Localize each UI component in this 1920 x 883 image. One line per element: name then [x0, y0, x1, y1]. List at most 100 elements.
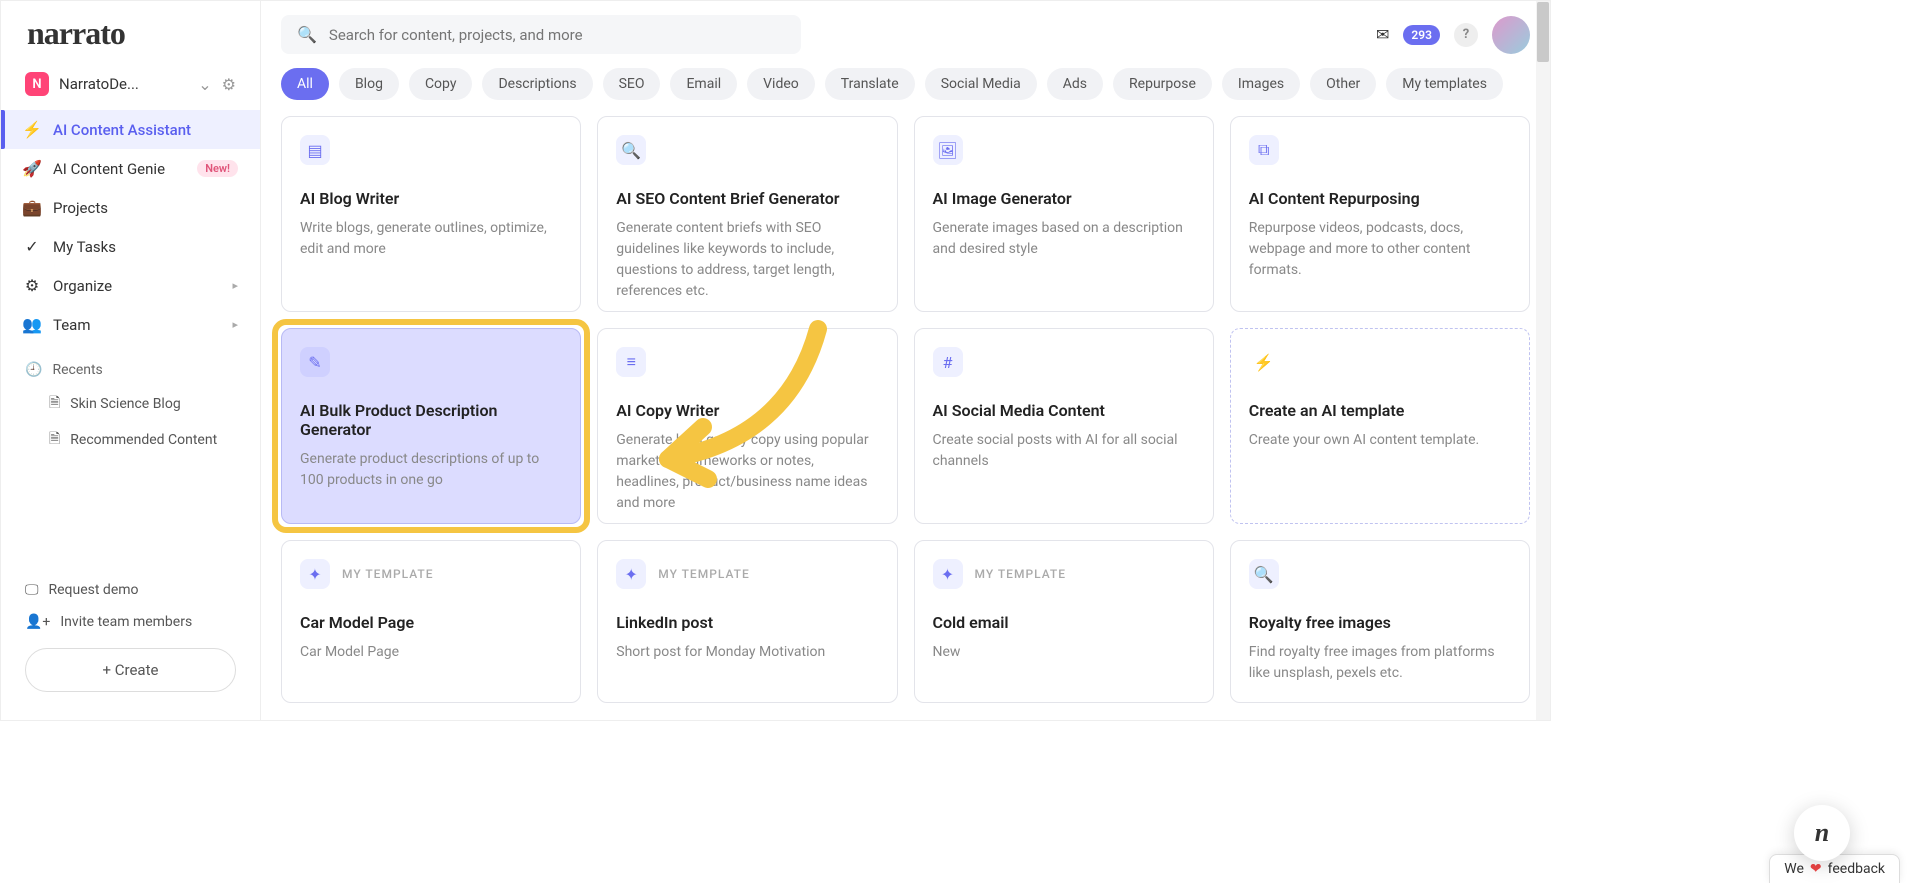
nav-projects[interactable]: 💼 Projects: [1, 188, 260, 227]
card-ai-social-media[interactable]: # AI Social Media Content Create social …: [914, 328, 1214, 524]
document-icon: ▤: [300, 135, 330, 165]
recent-item[interactable]: 🗎Skin Science Blog: [1, 386, 260, 422]
card-my-template-linkedin[interactable]: ✦MY TEMPLATE LinkedIn post Short post fo…: [597, 540, 897, 703]
my-template-label: MY TEMPLATE: [975, 567, 1067, 581]
sparkle-icon: ✦: [933, 559, 963, 589]
nav-label: Organize: [53, 277, 112, 295]
nav-team[interactable]: 👥 Team ▸: [1, 305, 260, 344]
filter-all[interactable]: All: [281, 68, 329, 100]
filter-social-media[interactable]: Social Media: [925, 68, 1037, 100]
hash-icon: #: [933, 347, 963, 377]
request-demo-link[interactable]: 🖵Request demo: [25, 574, 236, 606]
sidebar: narrato N NarratoDe... ⌄ ⚙ ⚡ AI Content …: [1, 1, 261, 720]
filter-descriptions[interactable]: Descriptions: [482, 68, 592, 100]
card-ai-image-generator[interactable]: 🖼 AI Image Generator Generate images bas…: [914, 116, 1214, 312]
filter-my-templates[interactable]: My templates: [1386, 68, 1503, 100]
filter-blog[interactable]: Blog: [339, 68, 399, 100]
primary-nav: ⚡ AI Content Assistant 🚀 AI Content Geni…: [1, 110, 260, 344]
magnify-icon: 🔍: [616, 135, 646, 165]
chevron-right-icon: ▸: [232, 318, 238, 331]
my-template-label: MY TEMPLATE: [342, 567, 434, 581]
lines-icon: ≡: [616, 347, 646, 377]
create-button[interactable]: + Create: [25, 648, 236, 692]
scrollbar-thumb[interactable]: [1537, 2, 1549, 62]
nav-my-tasks[interactable]: ✓ My Tasks: [1, 227, 260, 266]
rocket-icon: 🚀: [23, 159, 41, 178]
heart-icon: ❤: [1810, 861, 1822, 877]
card-title: AI Social Media Content: [933, 401, 1195, 420]
card-ai-copy-writer[interactable]: ≡ AI Copy Writer Generate high quality c…: [597, 328, 897, 524]
brand-logo: narrato: [1, 15, 260, 66]
check-icon: ✓: [23, 237, 41, 256]
card-title: AI Copy Writer: [616, 401, 878, 420]
filter-other[interactable]: Other: [1310, 68, 1376, 100]
card-my-template-car-model[interactable]: ✦MY TEMPLATE Car Model Page Car Model Pa…: [281, 540, 581, 703]
search-input[interactable]: [329, 26, 785, 44]
card-ai-bulk-product-description[interactable]: ✎ AI Bulk Product Description Generator …: [281, 328, 581, 524]
card-ai-blog-writer[interactable]: ▤ AI Blog Writer Write blogs, generate o…: [281, 116, 581, 312]
filter-chips: All Blog Copy Descriptions SEO Email Vid…: [261, 68, 1550, 116]
filter-translate[interactable]: Translate: [825, 68, 915, 100]
filter-video[interactable]: Video: [747, 68, 815, 100]
card-title: Create an AI template: [1249, 401, 1511, 420]
filter-seo[interactable]: SEO: [603, 68, 661, 100]
nav-organize[interactable]: ⚙ Organize ▸: [1, 266, 260, 305]
chevron-down-icon[interactable]: ⌄: [198, 75, 211, 94]
help-icon[interactable]: ?: [1454, 23, 1478, 47]
card-desc: Generate content briefs with SEO guideli…: [616, 218, 878, 302]
workspace-selector[interactable]: N NarratoDe... ⌄ ⚙: [1, 66, 260, 110]
notification-count[interactable]: 293: [1403, 25, 1440, 45]
scrollbar[interactable]: [1536, 1, 1550, 720]
clock-icon: 🕘: [25, 362, 42, 378]
card-my-template-cold-email[interactable]: ✦MY TEMPLATE Cold email New: [914, 540, 1214, 703]
nav-ai-content-genie[interactable]: 🚀 AI Content Genie New!: [1, 149, 260, 188]
card-desc: Generate product descriptions of up to 1…: [300, 449, 562, 491]
edit-icon: ✎: [300, 347, 330, 377]
search-box[interactable]: 🔍: [281, 15, 801, 54]
card-desc: Create social posts with AI for all soci…: [933, 430, 1195, 472]
card-royalty-free-images[interactable]: 🔍 Royalty free images Find royalty free …: [1230, 540, 1530, 703]
card-create-ai-template[interactable]: ⚡ Create an AI template Create your own …: [1230, 328, 1530, 524]
card-desc: New: [933, 642, 1195, 663]
card-desc: Generate images based on a description a…: [933, 218, 1195, 260]
user-avatar[interactable]: [1492, 16, 1530, 54]
filter-repurpose[interactable]: Repurpose: [1113, 68, 1212, 100]
user-plus-icon: 👤+: [25, 614, 50, 630]
workspace-badge: N: [25, 72, 49, 96]
topbar-right: ✉ 293 ?: [1376, 16, 1530, 54]
filter-email[interactable]: Email: [670, 68, 737, 100]
mail-icon[interactable]: ✉: [1376, 25, 1389, 44]
filter-images[interactable]: Images: [1222, 68, 1300, 100]
card-ai-seo-brief[interactable]: 🔍 AI SEO Content Brief Generator Generat…: [597, 116, 897, 312]
invite-team-link[interactable]: 👤+Invite team members: [25, 606, 236, 638]
card-title: Car Model Page: [300, 613, 562, 632]
card-desc: Short post for Monday Motivation: [616, 642, 878, 663]
nav-label: Projects: [53, 199, 108, 217]
card-ai-content-repurposing[interactable]: ⧉ AI Content Repurposing Repurpose video…: [1230, 116, 1530, 312]
recents-label: Recents: [52, 362, 102, 378]
filter-ads[interactable]: Ads: [1047, 68, 1103, 100]
gear-icon[interactable]: ⚙: [222, 75, 236, 94]
recent-item[interactable]: 🗎Recommended Content: [1, 422, 260, 458]
main-content: 🔍 ✉ 293 ? All Blog Copy Descriptions SEO…: [261, 1, 1550, 720]
doc-icon: 🗎: [49, 428, 60, 452]
monitor-icon: 🖵: [25, 582, 39, 598]
card-desc: Create your own AI content template.: [1249, 430, 1511, 451]
image-icon: 🖼: [933, 135, 963, 165]
feedback-tab[interactable]: We ❤ feedback: [1769, 854, 1900, 883]
card-desc: Generate high quality copy using popular…: [616, 430, 878, 514]
card-desc: Car Model Page: [300, 642, 562, 663]
card-title: AI Content Repurposing: [1249, 189, 1511, 208]
nav-label: My Tasks: [53, 238, 116, 256]
nav-ai-content-assistant[interactable]: ⚡ AI Content Assistant: [1, 110, 260, 149]
filter-copy[interactable]: Copy: [409, 68, 473, 100]
fab-button[interactable]: n: [1794, 805, 1850, 861]
team-icon: 👥: [23, 315, 41, 334]
card-title: AI Bulk Product Description Generator: [300, 401, 562, 439]
my-template-label: MY TEMPLATE: [658, 567, 750, 581]
repurpose-icon: ⧉: [1249, 135, 1279, 165]
recents-list: 🗎Skin Science Blog 🗎Recommended Content: [1, 386, 260, 458]
sliders-icon: ⚙: [23, 276, 41, 295]
chevron-right-icon: ▸: [232, 279, 238, 292]
doc-icon: 🗎: [49, 392, 60, 416]
